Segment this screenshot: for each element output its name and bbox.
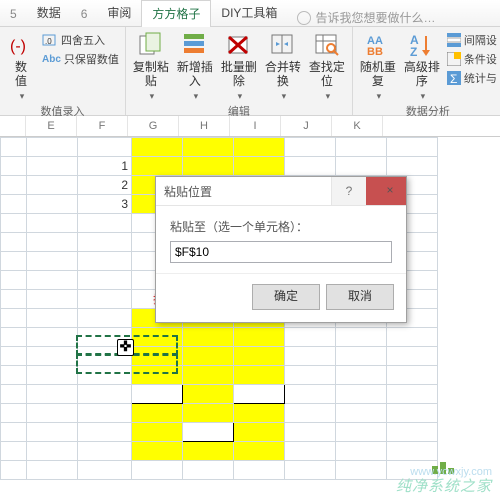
ok-button[interactable]: 确定 [252, 284, 320, 310]
keep-values-label: 只保留数值 [64, 51, 119, 67]
advanced-sort-button[interactable]: AZ 高级排 序 ▾ [403, 29, 441, 101]
cancel-button[interactable]: 取消 [326, 284, 394, 310]
random-repeat-button[interactable]: AABB 随机重 复 ▾ [359, 29, 397, 101]
sum-icon: Σ [447, 71, 461, 85]
cell[interactable]: 3 [78, 195, 132, 214]
close-icon: × [378, 183, 393, 197]
dropdown-icon: ▾ [377, 91, 382, 101]
cell-cursor-icon: ✜ [117, 339, 134, 356]
col-head-h[interactable]: H [179, 116, 230, 136]
statistics-label: 统计与 [464, 70, 497, 86]
dialog-close-button[interactable]: × [366, 177, 406, 205]
copy-paste-button[interactable]: 复制粘 贴 ▾ [132, 29, 170, 101]
conditional-label: 条件设 [464, 51, 497, 67]
dropdown-icon: ▾ [421, 91, 426, 101]
dropdown-icon: ▾ [238, 91, 243, 101]
worksheet[interactable]: E F G H I J K 1 2 3 把上边区域复制到下边 [0, 116, 500, 500]
tab-number-5: 5 [0, 3, 27, 26]
watermark-text: 纯净系统之家 [396, 475, 492, 496]
batch-delete-label: 批量删 除 [221, 61, 257, 89]
tell-me-label: 告诉我您想要做什么… [315, 9, 435, 26]
merge-convert-label: 合并转 换 [265, 61, 301, 89]
interval-label: 间隔设 [464, 32, 497, 48]
tab-number-6: 6 [71, 3, 98, 26]
group-edit: 复制粘 贴▾ 新增插 入▾ 批量删 除▾ 合并转 换▾ 查找定 位▾ 编辑 [126, 27, 353, 115]
svg-text:Σ: Σ [450, 72, 457, 85]
dropdown-icon: ▾ [20, 91, 25, 101]
copy-paste-label: 复制粘 贴 [133, 61, 169, 89]
col-head-f[interactable]: F [77, 116, 128, 136]
copy-paste-icon [137, 31, 165, 59]
keep-values-button[interactable]: Abc 只保留数值 [42, 51, 119, 67]
column-headers: E F G H I J K [0, 116, 500, 137]
group-value-entry: (-) 数 值 ▾ .0 四舍五入 Abc 只保留数值 x 数值录入 [0, 27, 126, 115]
random-icon: AABB [364, 31, 392, 59]
find-icon [313, 31, 341, 59]
advanced-sort-label: 高级排 序 [404, 61, 440, 89]
tab-review[interactable]: 审阅 [97, 0, 141, 26]
abc-icon: Abc [42, 54, 61, 65]
brackets-icon: (-) [7, 31, 35, 59]
col-head-k[interactable]: K [332, 116, 383, 136]
stripes-icon [447, 33, 461, 47]
svg-text:Z: Z [410, 45, 417, 58]
tab-diy-toolbox[interactable]: DIY工具箱 [211, 0, 287, 26]
find-locate-button[interactable]: 查找定 位 ▾ [308, 29, 346, 101]
interval-button[interactable]: 间隔设 [447, 32, 497, 48]
delete-icon [225, 31, 253, 59]
grid-icon [447, 52, 461, 66]
dialog-field-label: 粘贴至（选一个单元格）： [170, 218, 392, 235]
merge-icon [269, 31, 297, 59]
ribbon: (-) 数 值 ▾ .0 四舍五入 Abc 只保留数值 x 数值录入 [0, 27, 500, 116]
decimal-icon: .0 [42, 32, 58, 48]
conditional-button[interactable]: 条件设 [447, 51, 497, 67]
paste-location-dialog: 粘贴位置 ? × 粘贴至（选一个单元格）： 确定 取消 [155, 176, 407, 323]
svg-text:(-): (-) [10, 38, 26, 55]
dropdown-icon: ▾ [194, 91, 199, 101]
col-head[interactable] [0, 116, 26, 136]
dialog-title: 粘贴位置 [156, 183, 331, 200]
tell-me-search[interactable]: 告诉我您想要做什么… [297, 9, 435, 26]
insert-rows-icon [181, 31, 209, 59]
tab-data[interactable]: 数据 [27, 0, 71, 26]
col-head-e[interactable]: E [26, 116, 77, 136]
ribbon-tabs: 5 数据 6 审阅 方方格子 DIY工具箱 告诉我您想要做什么… [0, 0, 500, 27]
rounding-button[interactable]: .0 四舍五入 [42, 32, 119, 48]
dropdown-icon: ▾ [150, 91, 155, 101]
rounding-label: 四舍五入 [61, 32, 105, 48]
batch-insert-button[interactable]: 新增插 入 ▾ [176, 29, 214, 101]
bulb-icon [297, 11, 311, 25]
numeric-value-button[interactable]: (-) 数 值 ▾ [6, 29, 36, 101]
col-head-j[interactable]: J [281, 116, 332, 136]
batch-insert-label: 新增插 入 [177, 61, 213, 89]
batch-delete-button[interactable]: 批量删 除 ▾ [220, 29, 258, 101]
find-locate-label: 查找定 位 [309, 61, 345, 89]
merge-convert-button[interactable]: 合并转 换 ▾ [264, 29, 302, 101]
dropdown-icon: ▾ [282, 91, 287, 101]
statistics-button[interactable]: Σ 统计与 [447, 70, 497, 86]
numeric-value-label: 数 值 [15, 61, 27, 89]
svg-text:.0: .0 [45, 37, 52, 46]
tab-fanggezi[interactable]: 方方格子 [141, 0, 211, 27]
svg-text:BB: BB [367, 46, 383, 58]
random-repeat-label: 随机重 复 [360, 61, 396, 89]
sort-icon: AZ [408, 31, 436, 59]
dialog-help-button[interactable]: ? [331, 177, 366, 205]
cell[interactable]: 2 [78, 176, 132, 195]
col-head-g[interactable]: G [128, 116, 179, 136]
dropdown-icon: ▾ [326, 91, 331, 101]
cell-reference-input[interactable] [170, 241, 392, 263]
col-head-i[interactable]: I [230, 116, 281, 136]
group-data-analysis: AABB 随机重 复▾ AZ 高级排 序▾ 间隔设 条件设 Σ统计与 数据分析 [353, 27, 500, 115]
cell[interactable]: 1 [78, 157, 132, 176]
